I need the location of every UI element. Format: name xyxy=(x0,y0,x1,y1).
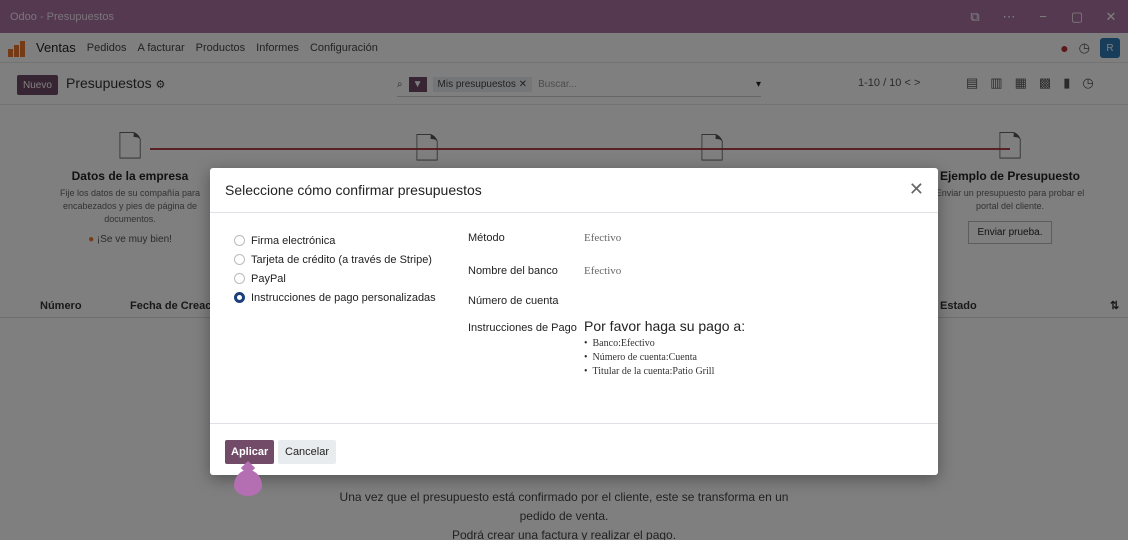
list-item: Banco:Efectivo xyxy=(584,338,745,352)
field-instructions: Instrucciones de Pago Por favor haga su … xyxy=(468,318,745,380)
dialog-footer: Aplicar Cancelar xyxy=(210,423,938,475)
option-label: Tarjeta de crédito (a través de Stripe) xyxy=(251,253,432,266)
field-label: Nombre del banco xyxy=(468,265,558,277)
field-label: Método xyxy=(468,232,505,244)
confirm-method-dialog: Seleccione cómo confirmar presupuestos ✕… xyxy=(210,168,938,475)
radio-icon[interactable] xyxy=(234,254,245,265)
option-custom[interactable]: Instrucciones de pago personalizadas xyxy=(234,288,436,307)
list-item: Titular de la cuenta:Patio Grill xyxy=(584,366,745,380)
onboarding-pointer-icon xyxy=(234,470,262,496)
account-value[interactable] xyxy=(584,294,724,308)
option-firma[interactable]: Firma electrónica xyxy=(234,231,436,250)
option-label: PayPal xyxy=(251,272,286,285)
dialog-title: Seleccione cómo confirmar presupuestos xyxy=(225,182,482,198)
radio-icon[interactable] xyxy=(234,235,245,246)
option-label: Firma electrónica xyxy=(251,234,336,247)
radio-icon[interactable] xyxy=(234,273,245,284)
bank-value[interactable]: Efectivo xyxy=(584,265,621,277)
field-account: Número de cuenta xyxy=(468,288,745,314)
app-root: Odoo - Presupuestos ⧉ ⋯ − ▢ ✕ Ventas Ped… xyxy=(0,0,1128,540)
option-stripe[interactable]: Tarjeta de crédito (a través de Stripe) xyxy=(234,250,436,269)
dialog-header: Seleccione cómo confirmar presupuestos ✕ xyxy=(210,168,938,213)
option-label: Instrucciones de pago personalizadas xyxy=(251,291,436,304)
instructions-editor[interactable]: Por favor haga su pago a: Banco:Efectivo… xyxy=(584,318,745,380)
confirm-options: Firma electrónica Tarjeta de crédito (a … xyxy=(234,231,436,307)
field-label: Instrucciones de Pago xyxy=(468,322,577,334)
method-value[interactable]: Efectivo xyxy=(584,232,621,262)
instructions-list: Banco:Efectivo Número de cuenta:Cuenta T… xyxy=(584,338,745,380)
payment-fields: Método Efectivo Nombre del banco Efectiv… xyxy=(468,232,745,380)
list-item: Número de cuenta:Cuenta xyxy=(584,352,745,366)
instructions-heading: Por favor haga su pago a: xyxy=(584,318,746,334)
option-paypal[interactable]: PayPal xyxy=(234,269,436,288)
field-label: Número de cuenta xyxy=(468,295,559,307)
close-icon[interactable]: ✕ xyxy=(909,179,924,199)
radio-selected-icon[interactable] xyxy=(234,292,245,303)
cancel-button[interactable]: Cancelar xyxy=(278,440,337,464)
apply-button[interactable]: Aplicar xyxy=(225,440,275,464)
